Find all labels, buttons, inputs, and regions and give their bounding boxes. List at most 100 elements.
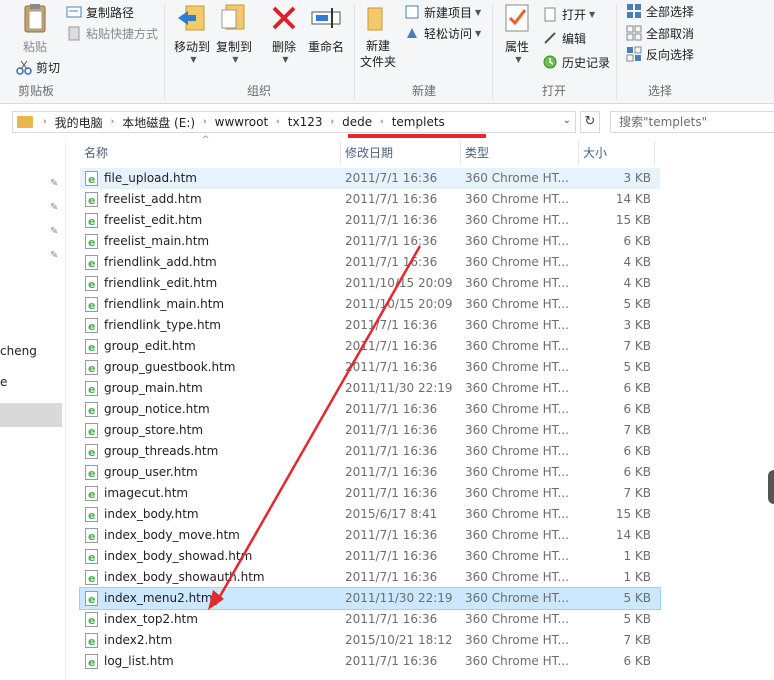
file-row[interactable]: group_guestbook.htm 2011/7/1 16:36 360 Chr…: [80, 357, 660, 379]
copy-to-label: 复制到: [215, 40, 252, 54]
file-size: 1 KB: [623, 549, 651, 563]
html-file-icon: [85, 295, 98, 316]
column-date[interactable]: 修改日期: [341, 141, 461, 165]
pin-icon[interactable]: ✎: [50, 226, 60, 238]
chevron-down-icon: ▼: [589, 9, 596, 19]
file-name: friendlink_main.htm: [104, 297, 225, 311]
column-name[interactable]: 名称: [80, 141, 341, 165]
file-date: 2011/7/1 16:36: [345, 423, 438, 437]
file-row[interactable]: imagecut.htm 2011/7/1 16:36 360 Chrome HT.…: [80, 483, 660, 505]
breadcrumb-tx123[interactable]: tx123: [288, 115, 323, 129]
file-row[interactable]: freelist_add.htm 2011/7/1 16:36 360 Chrome…: [80, 189, 660, 211]
file-row[interactable]: file_upload.htm 2011/7/1 16:36 360 Chrome …: [80, 168, 660, 190]
move-to-button[interactable]: 移动到 ▼: [172, 2, 212, 64]
rename-button[interactable]: 重命名: [306, 2, 346, 64]
new-folder-button[interactable]: 新建 文件夹: [358, 2, 398, 69]
breadcrumb-my-computer[interactable]: 我的电脑: [55, 114, 103, 131]
html-file-icon: [85, 526, 98, 547]
pin-icon[interactable]: ✎: [50, 178, 60, 190]
nav-item[interactable]: e: [0, 375, 7, 389]
file-date: 2011/7/1 16:36: [345, 402, 438, 416]
copy-path-button[interactable]: 复制路径: [66, 2, 134, 22]
invert-selection-button[interactable]: 反向选择: [626, 44, 694, 64]
html-file-icon: [85, 211, 98, 232]
html-file-icon: [85, 547, 98, 568]
nav-item-selected[interactable]: [0, 403, 62, 427]
file-row[interactable]: index_body.htm 2015/6/17 8:41 360 Chrome H…: [80, 504, 660, 526]
breadcrumb-dede[interactable]: dede: [342, 115, 372, 129]
scroll-handle[interactable]: [768, 470, 774, 504]
file-row[interactable]: friendlink_edit.htm 2011/10/15 20:09 360 C…: [80, 273, 660, 295]
cut-button[interactable]: 剪切: [16, 57, 60, 77]
breadcrumb-wwwroot[interactable]: wwwroot: [215, 115, 269, 129]
search-input[interactable]: 搜索"templets": [610, 111, 774, 133]
file-row[interactable]: index_menu2.htm2011/11/30 22:19360 Chrom…: [79, 587, 661, 610]
pin-icon[interactable]: ✎: [50, 250, 60, 262]
refresh-button[interactable]: ↻: [580, 111, 600, 133]
pin-icon[interactable]: ✎: [50, 202, 60, 214]
select-none-button[interactable]: 全部取消: [626, 23, 694, 43]
file-row[interactable]: index2.htm2015/10/21 18:12360 Chrome HT.…: [80, 630, 660, 652]
breadcrumb-drive-e[interactable]: 本地磁盘 (E:): [122, 114, 195, 131]
chevron-right-icon: ›: [110, 117, 115, 127]
html-file-icon: [85, 232, 98, 253]
column-type[interactable]: 类型: [461, 141, 579, 165]
file-name: group_main.htm: [104, 381, 203, 395]
file-type: 360 Chrome HT...: [465, 444, 569, 458]
cut-label: 剪切: [36, 60, 61, 75]
file-size: 7 KB: [623, 339, 651, 353]
file-date: 2011/7/1 16:36: [345, 255, 438, 269]
column-size[interactable]: 大小: [579, 141, 655, 165]
file-row[interactable]: freelist_main.htm 2011/7/1 16:36 360 Chrom…: [80, 231, 660, 253]
file-row[interactable]: friendlink_main.htm 2011/10/15 20:09 360 C…: [80, 294, 660, 316]
file-name: index_body_move.htm: [104, 528, 240, 542]
file-size: 5 KB: [623, 612, 651, 626]
file-row[interactable]: group_user.htm 2011/7/1 16:36 360 Chrome H…: [80, 462, 660, 484]
file-row[interactable]: index_top2.htm2011/7/1 16:36360 Chrome H…: [80, 609, 660, 631]
copy-to-button[interactable]: 复制到 ▼: [214, 2, 254, 64]
delete-x-icon: [268, 2, 300, 34]
delete-button[interactable]: 删除 ▼: [264, 2, 304, 64]
file-row[interactable]: group_notice.htm 2011/7/1 16:36 360 Chrome…: [80, 399, 660, 421]
move-to-icon: [176, 2, 208, 34]
file-row[interactable]: freelist_edit.htm 2011/7/1 16:36 360 Chrom…: [80, 210, 660, 232]
clipboard-group: 粘贴 复制路径 粘贴快捷方式 剪切 剪贴板: [0, 0, 162, 104]
history-button[interactable]: 历史记录: [542, 52, 610, 72]
file-size: 3 KB: [623, 171, 651, 185]
file-row[interactable]: index_body_move.htm 2011/7/1 16:36 360 Chr…: [80, 525, 660, 547]
file-type: 360 Chrome HT...: [465, 507, 569, 521]
chevron-down-icon[interactable]: ⌄: [563, 115, 571, 126]
file-row[interactable]: log_list.htm 2011/7/1 16:36 360 Chrome HT.…: [80, 651, 660, 673]
paste-shortcut-button[interactable]: 粘贴快捷方式: [66, 23, 158, 43]
properties-button[interactable]: 属性 ▼: [500, 2, 534, 64]
chevron-down-icon: ▼: [282, 55, 289, 64]
easy-access-button[interactable]: 轻松访问 ▼: [404, 23, 481, 43]
file-type: 360 Chrome HT...: [465, 591, 569, 605]
copy-path-label: 复制路径: [86, 5, 135, 20]
address-bar[interactable]: › 我的电脑 › 本地磁盘 (E:) › wwwroot › tx123 › d…: [12, 111, 576, 133]
file-row[interactable]: friendlink_type.htm 2011/7/1 16:36 360 Chr…: [80, 315, 660, 337]
edit-button[interactable]: 编辑: [542, 28, 586, 48]
file-row[interactable]: friendlink_add.htm 2011/7/1 16:36 360 Chro…: [80, 252, 660, 274]
paste-button[interactable]: 粘贴: [18, 2, 52, 64]
file-type: 360 Chrome HT...: [465, 297, 569, 311]
chevron-down-icon: ▼: [190, 55, 197, 64]
open-button[interactable]: 打开 ▼: [542, 4, 595, 24]
file-type: 360 Chrome HT...: [465, 276, 569, 290]
file-type: 360 Chrome HT...: [465, 234, 569, 248]
annotation-underline: [348, 134, 486, 138]
open-group-label: 打开: [541, 84, 566, 98]
file-row[interactable]: group_store.htm 2011/7/1 16:36 360 Chrome …: [80, 420, 660, 442]
file-row[interactable]: group_edit.htm 2011/7/1 16:36 360 Chrome H…: [80, 336, 660, 358]
file-name: imagecut.htm: [104, 486, 189, 500]
select-group: 全部选择 全部取消 反向选择 选择: [618, 0, 774, 104]
file-row[interactable]: group_threads.htm 2011/7/1 16:36 360 Chrom…: [80, 441, 660, 463]
file-row[interactable]: group_main.htm 2011/11/30 22:19 360 Chrome…: [80, 378, 660, 400]
new-item-button[interactable]: 新建项目 ▼: [404, 2, 481, 22]
file-size: 7 KB: [623, 633, 651, 647]
select-all-button[interactable]: 全部选择: [626, 1, 694, 21]
breadcrumb-templets[interactable]: templets: [392, 115, 445, 129]
nav-item[interactable]: cheng: [0, 344, 37, 358]
file-row[interactable]: index_body_showad.htm 2011/7/1 16:36 360 C…: [80, 546, 660, 568]
file-row[interactable]: index_body_showauth.htm 2011/7/1 16:36 360…: [80, 567, 660, 589]
